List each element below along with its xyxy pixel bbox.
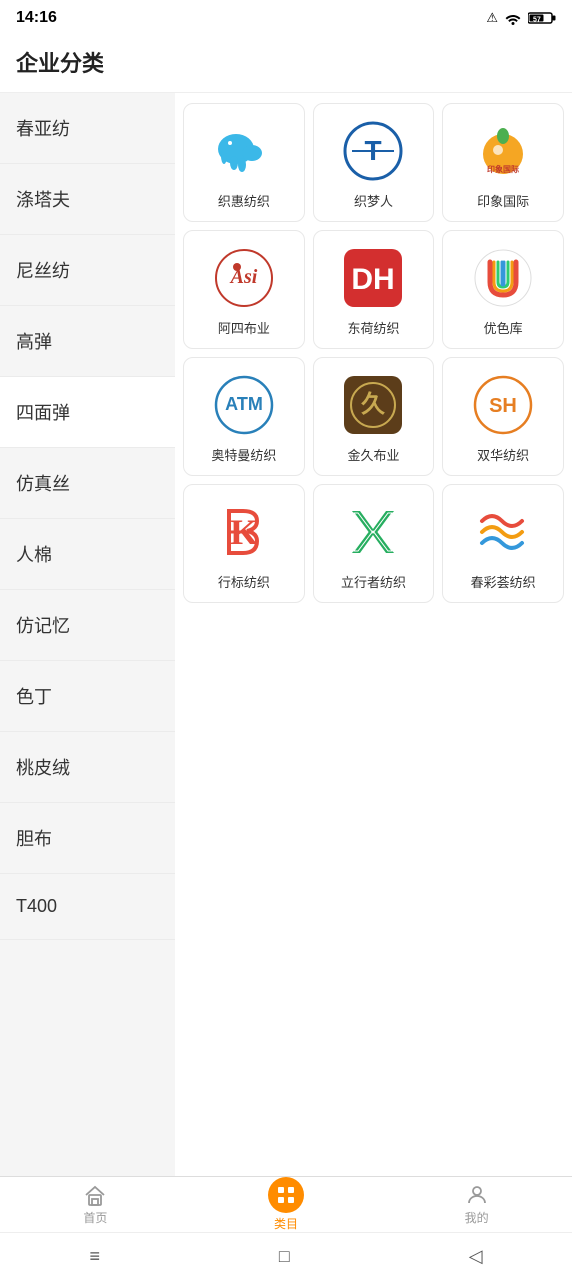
nav-profile[interactable]: 我的 — [381, 1177, 572, 1232]
svg-text:印象国际: 印象国际 — [487, 164, 519, 174]
sidebar-item-danbu[interactable]: 胆布 — [0, 803, 175, 874]
sidebar-item-fanjiyi[interactable]: 仿记忆 — [0, 590, 175, 661]
company-logo-youseku — [468, 243, 538, 313]
svg-text:SH: SH — [489, 395, 517, 417]
system-back-button[interactable]: ◁ — [469, 1246, 483, 1267]
status-time: 14:16 — [16, 9, 57, 27]
company-name-atm: 奥特曼纺织 — [211, 448, 276, 465]
nav-home[interactable]: 首页 — [0, 1177, 191, 1232]
sidebar-item-t400[interactable]: T400 — [0, 874, 175, 940]
sidebar-item-simiantan[interactable]: 四面弹 — [0, 377, 175, 448]
company-name-lixingzhe: 立行者纺织 — [341, 575, 406, 592]
company-name-chuncai: 春彩荟纺织 — [471, 575, 536, 592]
nav-category-label: 类目 — [274, 1215, 298, 1232]
company-name-asi: 阿四布业 — [218, 321, 270, 338]
battery-icon: 57 — [528, 11, 556, 25]
company-name-hangbiao: 行标纺织 — [218, 575, 270, 592]
company-logo-chuncai — [468, 497, 538, 567]
company-name-shuanghua: 双华纺织 — [477, 448, 529, 465]
wifi-icon — [504, 11, 522, 25]
svg-text:DH: DH — [352, 263, 395, 296]
company-logo-yinxiang: 印象国际 — [468, 116, 538, 186]
company-card-zhimeng[interactable]: T 织梦人 — [313, 103, 435, 222]
main-layout: 春亚纺 涤塔夫 尼丝纺 高弹 四面弹 仿真丝 人棉 仿记忆 色丁 桃皮绒 胆布 … — [0, 93, 572, 1177]
company-name-jinjiu: 金久布业 — [347, 448, 399, 465]
company-card-asi[interactable]: Asi 阿四布业 — [183, 230, 305, 349]
bottom-nav: 首页 类目 我的 — [0, 1176, 572, 1232]
company-logo-jinjiu: 久 — [338, 370, 408, 440]
company-name-zhihui: 织惠纺织 — [218, 194, 270, 211]
system-home-button[interactable]: □ — [279, 1246, 290, 1267]
company-card-youseku[interactable]: 优色库 — [442, 230, 564, 349]
company-card-jinjiu[interactable]: 久 金久布业 — [313, 357, 435, 476]
page-header: 企业分类 — [0, 36, 572, 93]
svg-text:ATM: ATM — [225, 394, 263, 414]
company-card-hangbiao[interactable]: K 行标纺织 — [183, 484, 305, 603]
system-bar: ≡ □ ◁ — [0, 1232, 572, 1280]
status-icons: ⚠ 57 — [486, 10, 556, 26]
company-name-zhimeng: 织梦人 — [354, 194, 393, 211]
sidebar-item-taopirong[interactable]: 桃皮绒 — [0, 732, 175, 803]
company-card-dh[interactable]: DH 东荷纺织 — [313, 230, 435, 349]
company-logo-hangbiao: K — [209, 497, 279, 567]
svg-text:久: 久 — [361, 391, 385, 418]
company-card-yinxiang[interactable]: 印象国际 印象国际 — [442, 103, 564, 222]
company-logo-zhimeng: T — [338, 116, 408, 186]
sidebar-item-renman[interactable]: 人棉 — [0, 519, 175, 590]
sidebar-item-fanzhensi[interactable]: 仿真丝 — [0, 448, 175, 519]
company-grid: 织惠纺织 T 织梦人 印象国际 印 — [175, 93, 572, 1177]
sidebar-item-chunyafang[interactable]: 春亚纺 — [0, 93, 175, 164]
company-card-zhihui[interactable]: 织惠纺织 — [183, 103, 305, 222]
company-name-youseku: 优色库 — [484, 321, 523, 338]
warning-icon: ⚠ — [486, 10, 498, 26]
company-name-yinxiang: 印象国际 — [477, 194, 529, 211]
company-logo-atm: ATM — [209, 370, 279, 440]
nav-home-label: 首页 — [83, 1209, 107, 1226]
company-card-shuanghua[interactable]: SH 双华纺织 — [442, 357, 564, 476]
profile-icon — [465, 1183, 489, 1207]
company-logo-lixingzhe — [338, 497, 408, 567]
company-card-chuncai[interactable]: 春彩荟纺织 — [442, 484, 564, 603]
sidebar: 春亚纺 涤塔夫 尼丝纺 高弹 四面弹 仿真丝 人棉 仿记忆 色丁 桃皮绒 胆布 … — [0, 93, 175, 1177]
nav-profile-label: 我的 — [465, 1209, 489, 1226]
page-title: 企业分类 — [16, 51, 104, 76]
company-logo-shuanghua: SH — [468, 370, 538, 440]
status-bar: 14:16 ⚠ 57 — [0, 0, 572, 36]
company-card-lixingzhe[interactable]: 立行者纺织 — [313, 484, 435, 603]
company-card-atm[interactable]: ATM 奥特曼纺织 — [183, 357, 305, 476]
svg-text:57: 57 — [533, 17, 541, 24]
nav-category[interactable]: 类目 — [191, 1177, 382, 1232]
sidebar-item-seding[interactable]: 色丁 — [0, 661, 175, 732]
company-logo-zhihui — [209, 116, 279, 186]
sidebar-item-tutafu[interactable]: 涤塔夫 — [0, 164, 175, 235]
sidebar-item-nisifen[interactable]: 尼丝纺 — [0, 235, 175, 306]
svg-text:Asi: Asi — [228, 266, 257, 288]
svg-text:K: K — [230, 512, 258, 552]
sidebar-item-gaodan[interactable]: 高弹 — [0, 306, 175, 377]
system-menu-button[interactable]: ≡ — [89, 1246, 100, 1267]
home-icon — [83, 1183, 107, 1207]
company-name-dh: 东荷纺织 — [347, 321, 399, 338]
category-icon — [268, 1177, 304, 1213]
company-logo-asi: Asi — [209, 243, 279, 313]
company-logo-dh: DH — [338, 243, 408, 313]
